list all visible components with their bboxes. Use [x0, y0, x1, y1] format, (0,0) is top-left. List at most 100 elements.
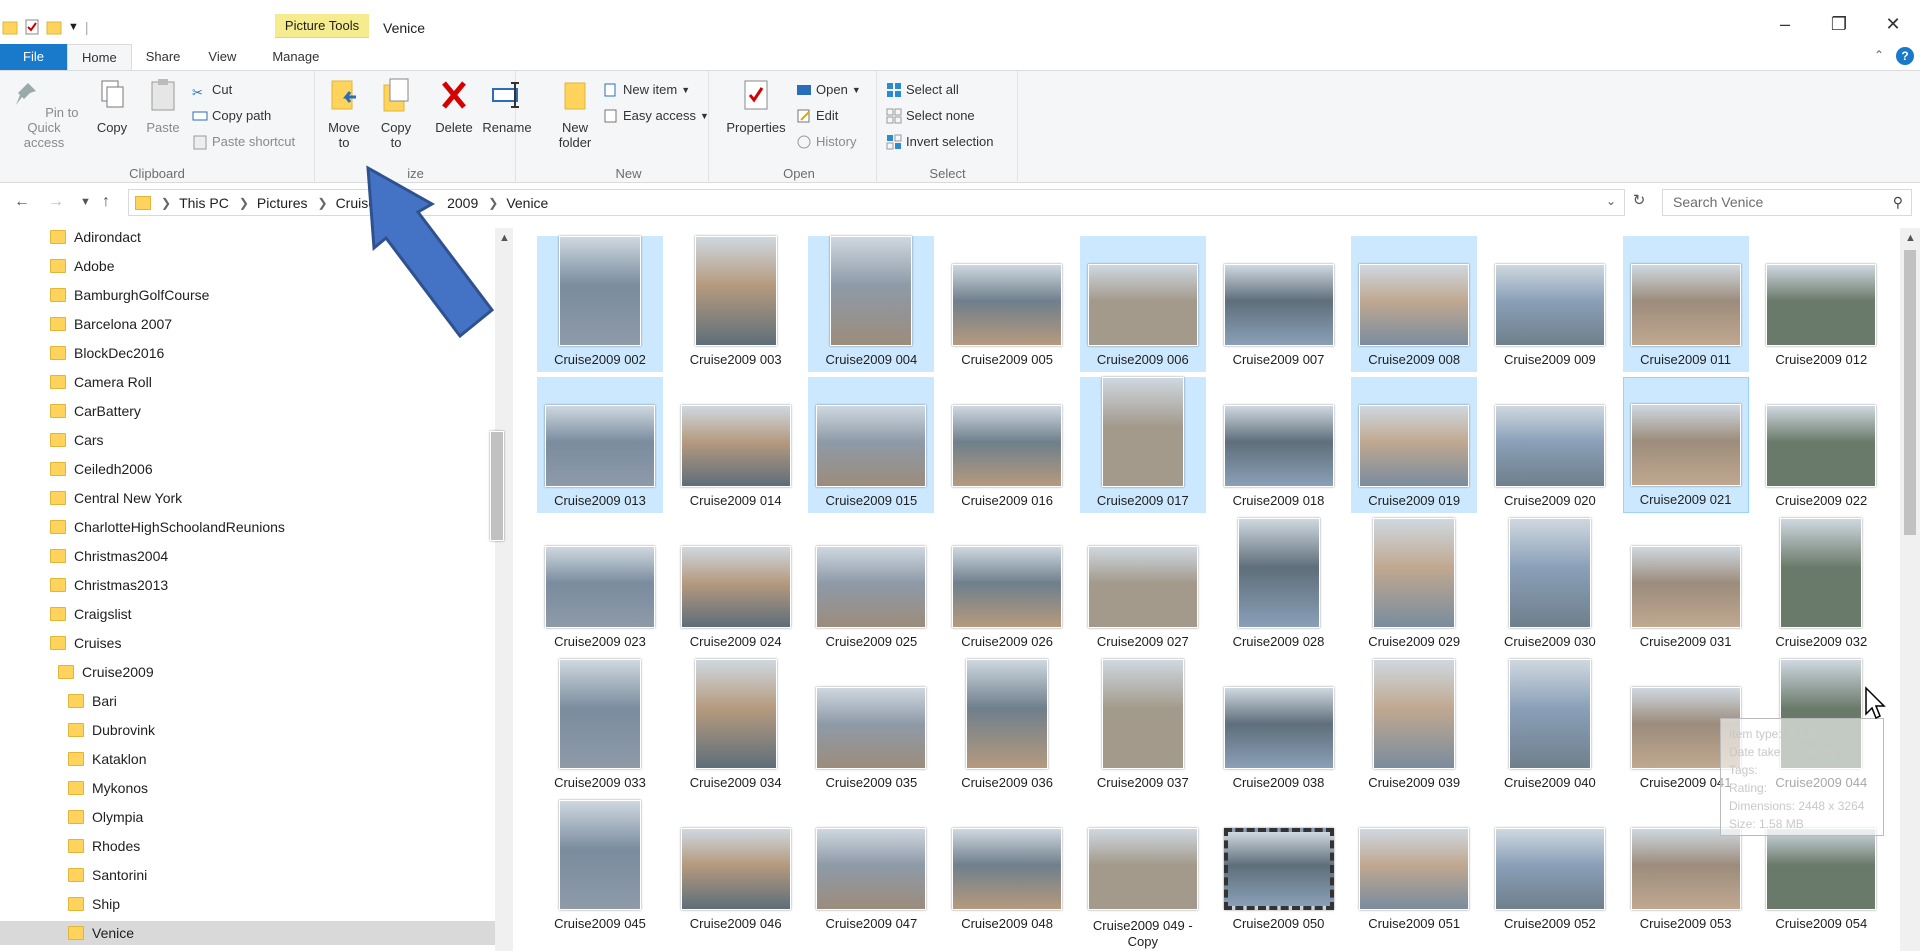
- recent-locations-button[interactable]: ▼: [80, 196, 91, 208]
- forward-button[interactable]: →: [48, 193, 64, 211]
- file-tile[interactable]: Cruise2009 026: [944, 518, 1070, 654]
- tab-view[interactable]: View: [194, 44, 250, 70]
- tab-share[interactable]: Share: [132, 44, 195, 70]
- minimize-button[interactable]: –: [1758, 14, 1812, 35]
- open-button[interactable]: Open ▼: [796, 79, 861, 101]
- nav-tree-item[interactable]: Venice: [0, 921, 495, 945]
- minimize-ribbon-icon[interactable]: ⌃: [1874, 48, 1884, 62]
- file-tile[interactable]: Cruise2009 052: [1487, 800, 1613, 936]
- file-tile[interactable]: Cruise2009 037: [1080, 659, 1206, 795]
- file-tile[interactable]: Cruise2009 050: [1216, 800, 1342, 936]
- nav-tree-item[interactable]: Cruises: [0, 631, 495, 655]
- close-button[interactable]: ✕: [1866, 14, 1920, 35]
- properties-button[interactable]: Properties: [726, 77, 786, 135]
- content-scrollbar[interactable]: ▲: [1900, 228, 1920, 951]
- select-all-button[interactable]: Select all: [886, 79, 959, 101]
- file-tile[interactable]: Cruise2009 028: [1216, 518, 1342, 654]
- file-tile[interactable]: Cruise2009 024: [673, 518, 799, 654]
- customize-qat-icon[interactable]: ▼: [68, 21, 79, 33]
- nav-tree-item[interactable]: CarBattery: [0, 399, 495, 423]
- nav-tree-item[interactable]: Olympia: [0, 805, 495, 829]
- back-button[interactable]: ←: [14, 193, 30, 211]
- file-tile[interactable]: Cruise2009 022: [1758, 377, 1884, 513]
- tab-manage[interactable]: Manage: [258, 44, 333, 70]
- file-tile[interactable]: Cruise2009 027: [1080, 518, 1206, 654]
- scrollbar-thumb[interactable]: [1904, 250, 1916, 535]
- file-tile[interactable]: Cruise2009 038: [1216, 659, 1342, 795]
- refresh-icon[interactable]: ↻: [1628, 191, 1650, 213]
- file-tile[interactable]: Cruise2009 002: [537, 236, 663, 372]
- file-tile[interactable]: Cruise2009 008: [1351, 236, 1478, 372]
- rename-button[interactable]: Rename: [482, 77, 532, 135]
- file-tile[interactable]: Cruise2009 004: [808, 236, 935, 372]
- file-tile[interactable]: Cruise2009 018: [1216, 377, 1342, 513]
- file-tile[interactable]: Cruise2009 023: [537, 518, 663, 654]
- select-none-button[interactable]: Select none: [886, 105, 975, 127]
- copy-to-button[interactable]: Copy to: [374, 77, 418, 150]
- help-icon[interactable]: ?: [1896, 47, 1914, 65]
- file-tile[interactable]: Cruise2009 029: [1351, 518, 1477, 654]
- file-tile[interactable]: Cruise2009 036: [944, 659, 1070, 795]
- nav-tree-item[interactable]: CharlotteHighSchoolandReunions: [0, 515, 495, 539]
- search-input[interactable]: Search Venice ⚲: [1662, 189, 1912, 216]
- move-to-button[interactable]: Move to: [322, 77, 366, 150]
- new-folder-button[interactable]: New folder: [555, 77, 595, 150]
- address-bar[interactable]: ❯ This PC ❯ Pictures ❯ Cruises ❯ 2009 ❯ …: [128, 189, 1625, 216]
- paste-button[interactable]: Paste: [142, 77, 184, 135]
- copy-path-button[interactable]: Copy path: [192, 105, 271, 127]
- nav-tree-item[interactable]: Rhodes: [0, 834, 495, 858]
- nav-tree-item[interactable]: Dubrovink: [0, 718, 495, 742]
- easy-access-button[interactable]: Easy access ▼: [603, 105, 709, 127]
- file-tile[interactable]: Cruise2009 009: [1487, 236, 1613, 372]
- nav-tree-item[interactable]: Mykonos: [0, 776, 495, 800]
- file-tile[interactable]: Cruise2009 019: [1351, 377, 1478, 513]
- delete-button[interactable]: Delete: [432, 77, 476, 135]
- file-tile[interactable]: Cruise2009 046: [673, 800, 799, 936]
- file-tile[interactable]: Cruise2009 013: [537, 377, 663, 513]
- file-tile[interactable]: Cruise2009 021: [1622, 377, 1749, 513]
- nav-tree-item[interactable]: Cruise2009: [0, 660, 495, 684]
- file-tile[interactable]: Cruise2009 047: [808, 800, 934, 936]
- file-tile[interactable]: Cruise2009 015: [808, 377, 935, 513]
- new-folder-icon[interactable]: [46, 18, 62, 36]
- scroll-up-icon[interactable]: ▲: [1905, 232, 1916, 244]
- file-tile[interactable]: Cruise2009 039: [1351, 659, 1477, 795]
- nav-tree-item[interactable]: Christmas2013: [0, 573, 495, 597]
- nav-tree-item[interactable]: Christmas2004: [0, 544, 495, 568]
- file-tile[interactable]: Cruise2009 040: [1487, 659, 1613, 795]
- new-item-button[interactable]: New item ▼: [603, 79, 690, 101]
- breadcrumb-pictures[interactable]: Pictures: [257, 195, 308, 211]
- nav-tree-item[interactable]: Ship: [0, 892, 495, 916]
- file-tile[interactable]: Cruise2009 017: [1079, 377, 1206, 513]
- file-tile[interactable]: Cruise2009 045: [537, 800, 663, 936]
- file-tile[interactable]: Cruise2009 020: [1487, 377, 1613, 513]
- edit-button[interactable]: Edit: [796, 105, 838, 127]
- restore-button[interactable]: ❐: [1812, 14, 1866, 35]
- nav-tree-item[interactable]: Santorini: [0, 863, 495, 887]
- chevron-down-icon[interactable]: ⌄: [1606, 194, 1616, 208]
- file-tile[interactable]: Cruise2009 033: [537, 659, 663, 795]
- nav-tree-item[interactable]: Ceiledh2006: [0, 457, 495, 481]
- properties-icon[interactable]: [24, 18, 40, 36]
- file-tile[interactable]: Cruise2009 011: [1622, 236, 1749, 372]
- up-button[interactable]: ↑: [102, 193, 110, 211]
- file-tile[interactable]: Cruise2009 016: [944, 377, 1070, 513]
- file-tile[interactable]: Cruise2009 005: [944, 236, 1070, 372]
- history-button[interactable]: History: [796, 131, 856, 153]
- nav-tree-item[interactable]: Bari: [0, 689, 495, 713]
- file-tile[interactable]: Cruise2009 049 - Copy: [1080, 800, 1206, 949]
- scrollbar-thumb[interactable]: [490, 431, 504, 541]
- file-tile[interactable]: Cruise2009 032: [1758, 518, 1884, 654]
- scroll-up-icon[interactable]: ▲: [499, 232, 510, 244]
- file-tile[interactable]: Cruise2009 014: [673, 377, 799, 513]
- pin-to-quick-access-button[interactable]: Pin to Quick access: [6, 77, 82, 150]
- tab-file[interactable]: File: [0, 44, 67, 70]
- nav-tree-item[interactable]: Kataklon: [0, 747, 495, 771]
- file-tile[interactable]: Cruise2009 003: [673, 236, 799, 372]
- file-tile[interactable]: Cruise2009 007: [1216, 236, 1342, 372]
- paste-shortcut-button[interactable]: Paste shortcut: [192, 131, 295, 153]
- cut-button[interactable]: ✂ Cut: [192, 79, 232, 101]
- file-tile[interactable]: Cruise2009 006: [1079, 236, 1206, 372]
- file-tile[interactable]: Cruise2009 035: [808, 659, 934, 795]
- file-tile[interactable]: Cruise2009 012: [1758, 236, 1884, 372]
